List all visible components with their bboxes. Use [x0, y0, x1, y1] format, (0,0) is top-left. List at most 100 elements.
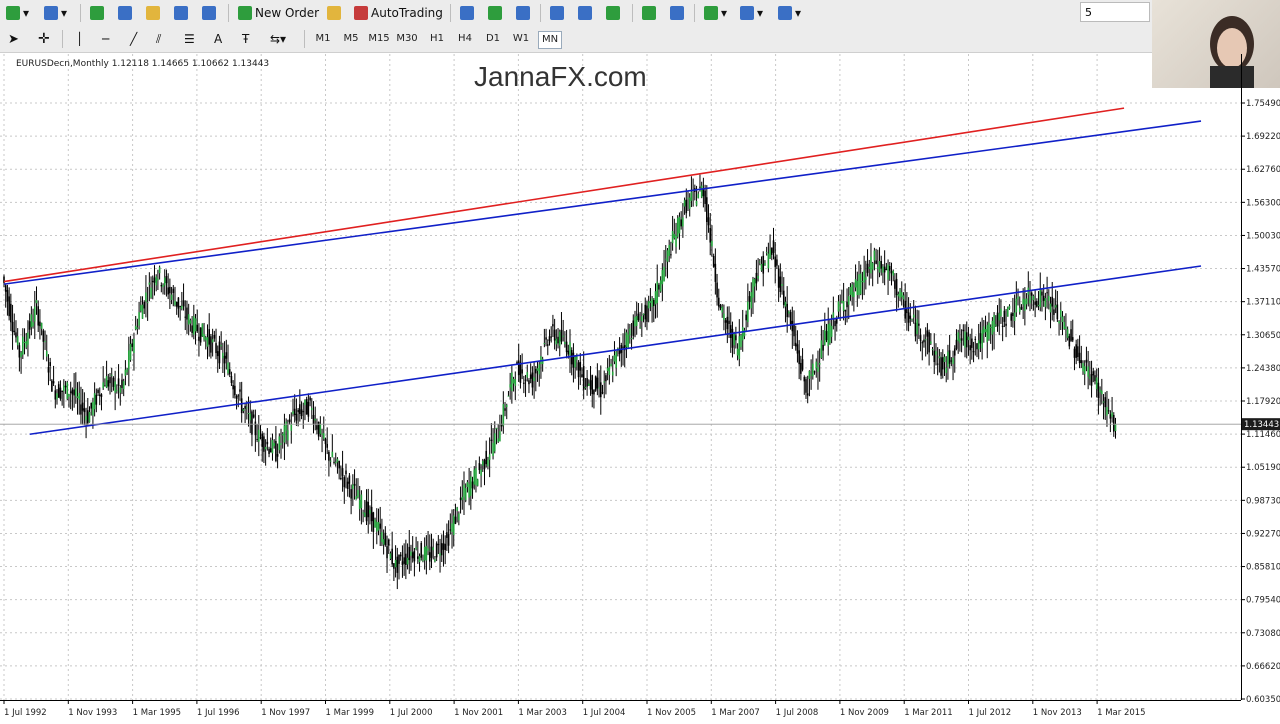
search-input[interactable]: 5 [1080, 2, 1150, 22]
candle-body [1000, 308, 1002, 317]
channel-icon[interactable]: ⫽ [156, 29, 161, 49]
timeframe-h1[interactable]: H1 [426, 31, 448, 47]
trendline-icon[interactable]: ╱ [130, 29, 137, 49]
market-watch-icon[interactable] [90, 3, 104, 23]
candle-body [606, 368, 609, 371]
periods-icon[interactable]: ▾ [740, 3, 763, 23]
navigator-icon[interactable] [118, 3, 132, 23]
candle-body [143, 301, 146, 309]
indicators-icon[interactable]: ▾ [704, 3, 727, 23]
candle-body [817, 367, 819, 372]
candlesticks-icon[interactable] [488, 3, 502, 23]
candle-body [4, 285, 7, 292]
timeframe-h4[interactable]: H4 [454, 31, 476, 47]
candle-body [341, 468, 344, 476]
candle-body [504, 408, 506, 411]
candle-body [1053, 309, 1055, 315]
candle-body [311, 407, 313, 411]
y-tick-label: 0.79540 [1246, 596, 1280, 606]
timeframe-m30[interactable]: M30 [396, 31, 418, 47]
candle-body [1056, 304, 1059, 320]
timeframe-m1[interactable]: M1 [312, 31, 334, 47]
autoscroll-icon[interactable] [670, 3, 684, 23]
candle-body [155, 276, 157, 286]
candle-body [145, 292, 147, 302]
candle-body [215, 343, 217, 354]
candle-body [548, 336, 551, 341]
candle-body [724, 320, 727, 323]
candle-body [1094, 375, 1096, 382]
text-label-icon[interactable]: Ŧ [242, 29, 249, 49]
candle-body [59, 387, 62, 399]
candle-body [401, 561, 404, 565]
autotrading-icon [354, 6, 368, 20]
zoom-out-icon[interactable] [578, 3, 592, 23]
candle-body [977, 340, 980, 350]
timeframe-w1[interactable]: W1 [510, 31, 532, 47]
price-chart[interactable]: 1.13443 1.75490 1.69220 1.62760 1.56300 1.50… [0, 54, 1280, 720]
candle-body [10, 303, 12, 323]
candle-body [187, 314, 190, 325]
cursor-icon[interactable]: ➤ [8, 29, 19, 49]
timeframe-mn[interactable]: MN [538, 31, 562, 49]
candle-body [1107, 410, 1110, 412]
horizontal-line-icon[interactable]: ─ [102, 29, 109, 49]
fibonacci-icon[interactable]: ☰ [184, 29, 195, 49]
candle-body [647, 301, 650, 309]
chart-shift-icon[interactable] [642, 3, 656, 23]
candle-body [411, 552, 414, 559]
candle-body [480, 469, 482, 476]
candle-body [675, 235, 677, 247]
candle-body [227, 362, 229, 374]
trendline-3[interactable] [29, 265, 1202, 436]
candle-body [627, 334, 629, 349]
candle-body [8, 296, 10, 317]
candle-body [907, 312, 910, 323]
candle-body [297, 409, 299, 413]
zoom-in-icon[interactable] [550, 3, 564, 23]
candle-body [524, 379, 527, 381]
tester-icon[interactable] [202, 3, 216, 23]
candle-body [252, 414, 255, 418]
candle-body [432, 547, 435, 551]
metaeditor-icon[interactable] [327, 3, 341, 23]
candle-body [1097, 382, 1100, 399]
new-chart-icon[interactable]: ▾ [6, 3, 29, 23]
bar-chart-icon[interactable] [460, 3, 474, 23]
candle-body [352, 484, 354, 490]
candle-body [97, 389, 99, 393]
data-window-icon[interactable] [146, 3, 160, 23]
candle-body [324, 438, 327, 445]
candle-body [381, 532, 383, 543]
profiles-icon[interactable]: ▾ [44, 3, 67, 23]
candle-body [557, 336, 559, 344]
candle-body [384, 532, 387, 546]
autotrading-button[interactable]: AutoTrading [354, 3, 443, 23]
candle-body [175, 301, 178, 307]
terminal-icon[interactable] [174, 3, 188, 23]
trendline-1[interactable] [3, 107, 1125, 283]
timeframe-m5[interactable]: M5 [340, 31, 362, 47]
candle-body [184, 316, 187, 318]
candle-body [204, 337, 207, 341]
candle-body [1024, 299, 1026, 311]
candle-body [121, 379, 123, 388]
timeframe-d1[interactable]: D1 [482, 31, 504, 47]
crosshair-icon[interactable]: ✛ [38, 29, 50, 49]
tile-windows-icon[interactable] [606, 3, 620, 23]
timeframe-m15[interactable]: M15 [368, 31, 390, 47]
candle-body [827, 324, 830, 347]
line-chart-icon[interactable] [516, 3, 530, 23]
candle-body [358, 499, 361, 510]
arrows-icon[interactable]: ⇆▾ [270, 29, 286, 49]
templates-icon[interactable]: ▾ [778, 3, 801, 23]
candle-body [733, 332, 735, 346]
vertical-line-icon[interactable]: │ [76, 29, 83, 49]
text-icon[interactable]: A [214, 29, 222, 49]
candle-body [591, 375, 594, 395]
candle-body [865, 277, 867, 280]
candle-body [837, 301, 840, 312]
candle-body [117, 378, 120, 386]
candle-body [736, 348, 739, 356]
new-order-button[interactable]: New Order [238, 3, 319, 23]
